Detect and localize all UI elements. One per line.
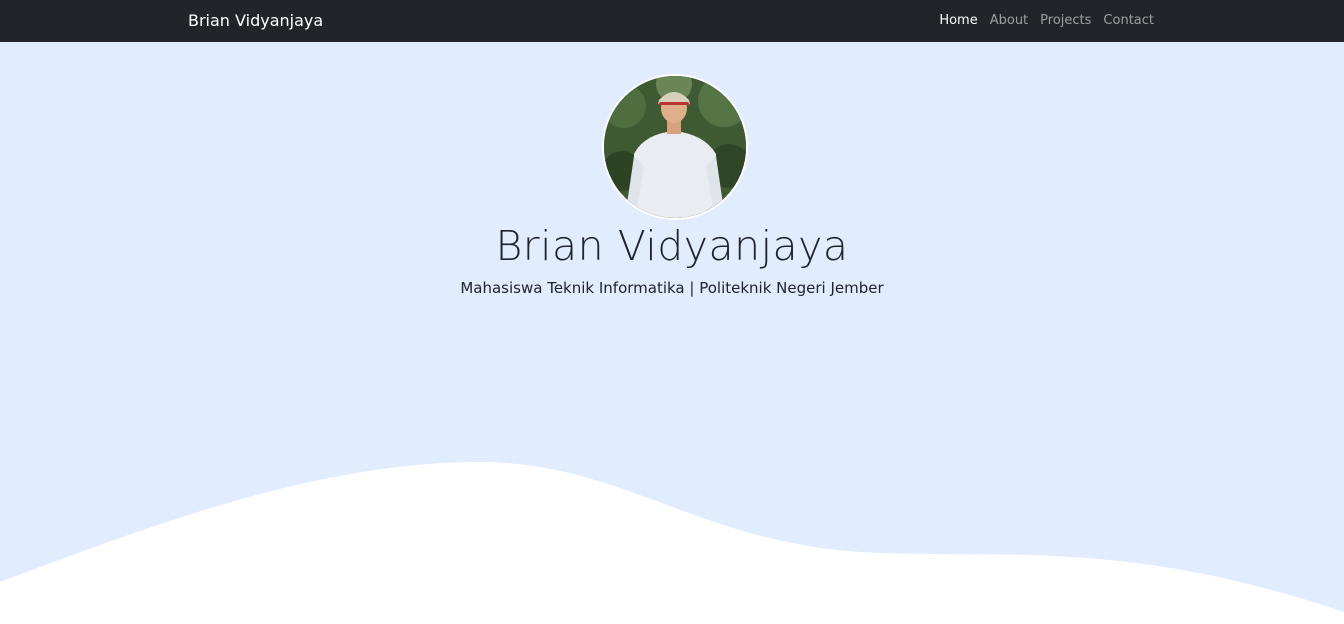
- navbar: Brian Vidyanjaya Home About Projects Con…: [0, 0, 1344, 42]
- nav-links: Home About Projects Contact: [939, 13, 1154, 29]
- nav-link-projects[interactable]: Projects: [1040, 13, 1091, 29]
- hero-section: Brian Vidyanjaya Mahasiswa Teknik Inform…: [0, 42, 1344, 624]
- nav-link-home[interactable]: Home: [939, 13, 977, 29]
- hero-name: Brian Vidyanjaya: [495, 222, 849, 270]
- navbar-brand[interactable]: Brian Vidyanjaya: [188, 11, 323, 31]
- hero-subtitle: Mahasiswa Teknik Informatika | Politekni…: [460, 279, 884, 297]
- nav-link-contact[interactable]: Contact: [1103, 13, 1154, 29]
- nav-link-about[interactable]: About: [990, 13, 1028, 29]
- profile-photo: [602, 74, 748, 220]
